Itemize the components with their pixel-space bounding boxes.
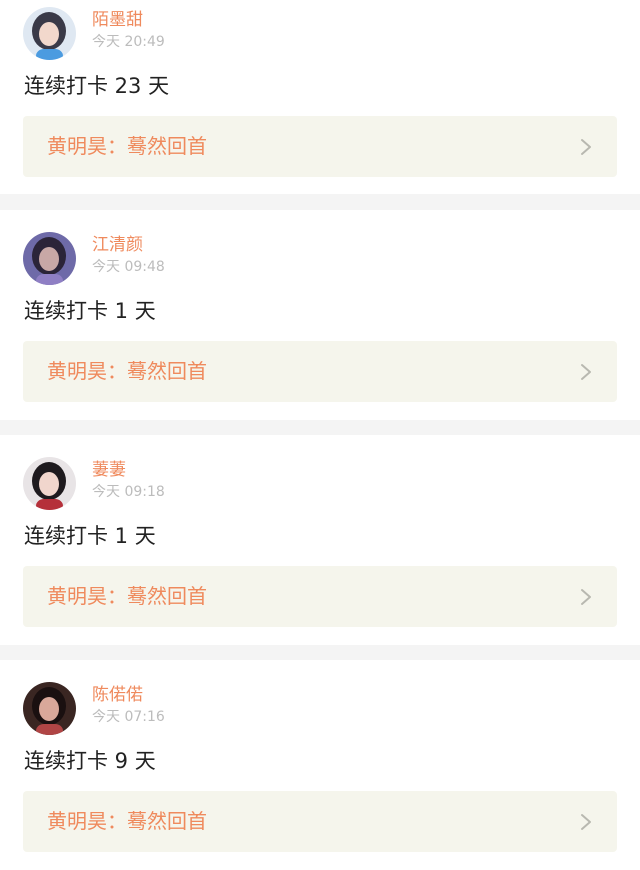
avatar[interactable] [23, 7, 76, 60]
post-card: 陈偌偌今天 07:16 连续打卡 9 天黄明昊：蓦然回首 [0, 660, 640, 870]
post-timestamp: 今天 07:16 [92, 709, 165, 725]
avatar[interactable] [23, 682, 76, 735]
linked-content-title: 黄明昊：蓦然回首 [47, 584, 207, 608]
post-timestamp: 今天 09:48 [92, 259, 165, 275]
post-text: 连续打卡 1 天 [24, 524, 156, 548]
linked-content-title: 黄明昊：蓦然回首 [47, 359, 207, 383]
linked-content-card[interactable]: 黄明昊：蓦然回首 [23, 566, 617, 627]
avatar[interactable] [23, 457, 76, 510]
chevron-right-icon [581, 814, 591, 830]
post-timestamp: 今天 20:49 [92, 34, 165, 50]
linked-content-title: 黄明昊：蓦然回首 [47, 809, 207, 833]
post-text: 连续打卡 23 天 [24, 74, 170, 98]
avatar[interactable] [23, 232, 76, 285]
feed-list: 陌墨甜 今天 20:49 连续打卡 23 天黄明昊：蓦然回首 江清颜 今天 09:48 连… [0, 0, 640, 870]
post-text: 连续打卡 1 天 [24, 299, 156, 323]
post-card: 江清颜今天 09:48 连续打卡 1 天黄明昊：蓦然回首 [0, 210, 640, 420]
chevron-right-icon [581, 139, 591, 155]
linked-content-title: 黄明昊：蓦然回首 [47, 134, 207, 158]
username[interactable]: 江清颜 [92, 235, 143, 255]
linked-content-card[interactable]: 黄明昊：蓦然回首 [23, 341, 617, 402]
username[interactable]: 陈偌偌 [92, 685, 143, 705]
username[interactable]: 萋萋 [92, 460, 126, 480]
post-timestamp: 今天 09:18 [92, 484, 165, 500]
post-text: 连续打卡 9 天 [24, 749, 156, 773]
post-card: 萋萋今天 09:18 连续打卡 1 天黄明昊：蓦然回首 [0, 435, 640, 645]
chevron-right-icon [581, 589, 591, 605]
chevron-right-icon [581, 364, 591, 380]
post-card: 陌墨甜今天 20:49 连续打卡 23 天黄明昊：蓦然回首 [0, 0, 640, 194]
username[interactable]: 陌墨甜 [92, 10, 143, 30]
linked-content-card[interactable]: 黄明昊：蓦然回首 [23, 791, 617, 852]
linked-content-card[interactable]: 黄明昊：蓦然回首 [23, 116, 617, 177]
